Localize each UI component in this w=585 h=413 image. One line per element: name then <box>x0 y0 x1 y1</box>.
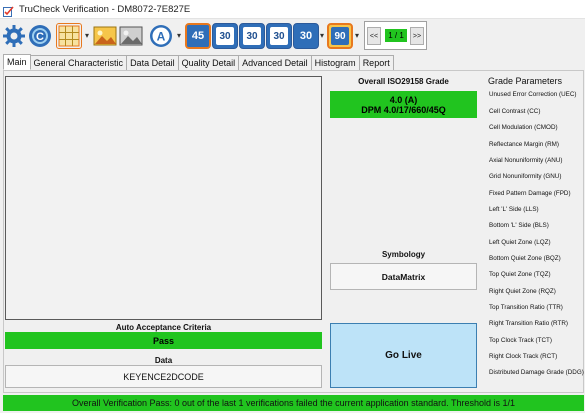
tab-histogram[interactable]: Histogram <box>310 55 360 70</box>
tab-advanced-detail[interactable]: Advanced Detail <box>238 55 312 70</box>
tab-bar: Main General Characteristic Data Detail … <box>3 54 394 70</box>
grid-dropdown-icon[interactable]: ▾ <box>84 32 90 40</box>
angle-45-icon[interactable]: 45 <box>185 23 211 49</box>
param-rqz: Right Quiet Zone (RQZ) <box>489 288 556 295</box>
tab-general-characteristic[interactable]: General Characteristic <box>29 55 128 70</box>
param-lls: Left 'L' Side (LLS) <box>489 206 539 213</box>
data-title: Data <box>154 356 173 365</box>
param-uec: Unused Error Correction (UEC) <box>489 91 577 98</box>
mode-30-icon-4[interactable]: 30 <box>293 23 319 49</box>
image-viewer[interactable] <box>5 76 322 320</box>
param-bqz: Bottom Quiet Zone (BQZ) <box>489 255 561 262</box>
c-logo-icon[interactable]: C <box>27 23 53 49</box>
grade-detail: DPM 4.0/17/660/45Q <box>361 104 446 115</box>
app-window: TruCheck Verification - DM8072-7E827E C … <box>0 0 585 413</box>
mode-30-icon-3[interactable]: 30 <box>266 23 292 49</box>
tab-report[interactable]: Report <box>358 55 394 70</box>
grade-parameters-title: Grade Parameters <box>488 76 563 86</box>
tab-quality-detail[interactable]: Quality Detail <box>177 55 240 70</box>
mode-30-icon-2[interactable]: 30 <box>239 23 265 49</box>
param-tqz: Top Quiet Zone (TQZ) <box>489 271 551 278</box>
grid-icon[interactable] <box>56 23 82 49</box>
go-live-button[interactable]: Go Live <box>330 323 477 388</box>
symbology-value: DataMatrix <box>330 263 477 290</box>
param-fpd: Fixed Pattern Damage (FPD) <box>489 190 571 197</box>
param-rm: Reflectance Margin (RM) <box>489 141 559 148</box>
title-bar: TruCheck Verification - DM8072-7E827E <box>0 0 585 19</box>
image-color-icon[interactable] <box>92 23 118 49</box>
mode-30-icon-1[interactable]: 30 <box>212 23 238 49</box>
tab-main[interactable]: Main <box>3 54 31 70</box>
window-title: TruCheck Verification - DM8072-7E827E <box>19 3 191 15</box>
param-anu: Axial Nonuniformity (ANU) <box>489 157 563 164</box>
image-navigator: << 1 / 1 >> <box>364 21 427 50</box>
app-check-icon <box>3 4 14 17</box>
data-value: KEYENCE2DCODE <box>5 365 322 388</box>
a-badge-dropdown-icon[interactable]: ▾ <box>176 32 182 40</box>
overall-grade-title: Overall ISO29158 Grade <box>358 77 449 86</box>
grade-value: 4.0 (A) <box>389 94 418 105</box>
param-rct: Right Clock Track (RCT) <box>489 353 558 360</box>
auto-acceptance-value: Pass <box>5 332 322 349</box>
page-indicator: 1 / 1 <box>385 29 407 42</box>
overall-grade-result: 4.0 (A) DPM 4.0/17/660/45Q <box>330 91 477 118</box>
prev-image-button[interactable]: << <box>367 27 381 45</box>
param-ttr: Top Transition Ratio (TTR) <box>489 304 563 311</box>
gear-icon[interactable] <box>1 23 27 49</box>
mode-dropdown-icon[interactable]: ▾ <box>319 32 325 40</box>
svg-text:A: A <box>157 30 166 44</box>
param-cmod: Cell Modulation (CMOD) <box>489 124 558 131</box>
tab-data-detail[interactable]: Data Detail <box>126 55 179 70</box>
angle-90-icon[interactable]: 90 <box>327 23 353 49</box>
symbology-title: Symbology <box>381 250 426 259</box>
image-gray-icon[interactable] <box>118 23 144 49</box>
param-gnu: Grid Nonuniformity (GNU) <box>489 173 562 180</box>
param-ddg: Distributed Damage Grade (DDG) <box>489 369 584 376</box>
param-rtr: Right Transition Ratio (RTR) <box>489 320 568 327</box>
toolbar: C ▾ A ▾ 45 30 30 30 30 ▾ 90 ▾ <box>0 19 585 53</box>
auto-acceptance-title: Auto Acceptance Criteria <box>115 323 212 332</box>
param-bls: Bottom 'L' Side (BLS) <box>489 222 549 229</box>
angle-dropdown-icon[interactable]: ▾ <box>354 32 360 40</box>
status-bar: Overall Verification Pass: 0 out of the … <box>3 395 584 411</box>
a-badge-icon[interactable]: A <box>148 23 174 49</box>
param-tct: Top Clock Track (TCT) <box>489 337 552 344</box>
param-lqz: Left Quiet Zone (LQZ) <box>489 239 551 246</box>
svg-text:C: C <box>36 31 44 43</box>
param-cc: Cell Contrast (CC) <box>489 108 541 115</box>
next-image-button[interactable]: >> <box>410 27 424 45</box>
